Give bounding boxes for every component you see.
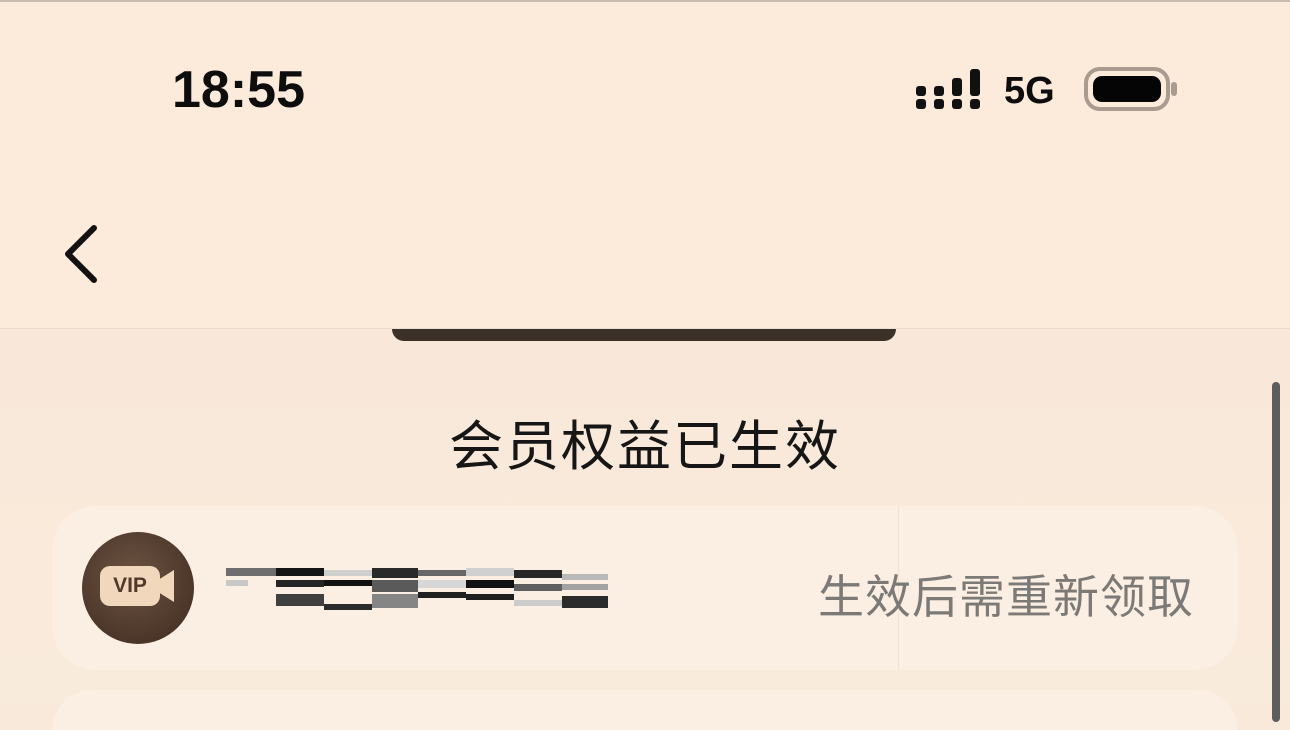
- header-area: 18:55 5G: [0, 0, 1290, 328]
- back-button[interactable]: [58, 222, 108, 286]
- cellular-signal-icon: [916, 69, 980, 109]
- status-time: 18:55: [172, 61, 305, 119]
- redacted-benefit-name: [226, 568, 608, 610]
- chevron-left-icon: [65, 225, 97, 283]
- vertical-scrollbar[interactable]: [1272, 382, 1280, 722]
- network-type: 5G: [1004, 70, 1055, 112]
- battery-icon: [1084, 67, 1177, 111]
- vip-icon-label: VIP: [113, 574, 147, 597]
- vip-camera-icon: VIP: [82, 532, 194, 644]
- benefit-action-text[interactable]: 生效后需重新领取: [818, 561, 1194, 627]
- section-title: 会员权益已生效: [449, 415, 841, 478]
- next-benefit-card: [52, 690, 1238, 730]
- top-banner-edge: [392, 329, 896, 341]
